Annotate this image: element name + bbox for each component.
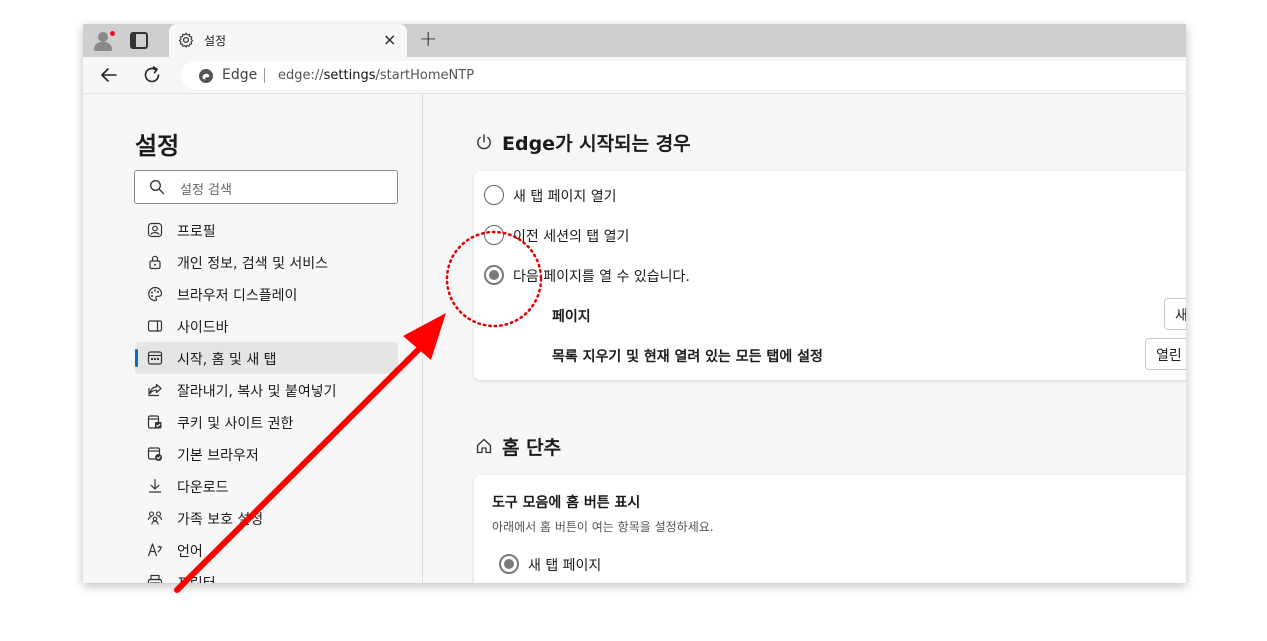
sidebar-item-label: 기본 브라우저 (177, 448, 259, 464)
url-scheme: edge:// (278, 68, 324, 83)
notification-dot (109, 30, 116, 37)
sidebar-item-downloads[interactable]: 다운로드 (135, 470, 398, 502)
tab-strip: 설정 × + (83, 24, 1186, 57)
lock-icon (149, 255, 161, 270)
sidebar-item-profile[interactable]: 프로필 (135, 214, 398, 246)
home-section-title: 홈 단추 (502, 437, 562, 459)
download-icon (148, 478, 162, 493)
new-tab-button[interactable]: + (419, 27, 437, 52)
sidebar-item-label: 쿠키 및 사이트 권한 (177, 416, 294, 432)
home-option-newtab-radio[interactable] (499, 554, 519, 574)
cookie-icon (147, 415, 162, 429)
sidebar-item-printers[interactable]: 프린터 (135, 566, 398, 583)
back-arrow-icon[interactable] (97, 63, 121, 87)
avatar-body (94, 42, 112, 51)
avatar-head (98, 32, 108, 42)
sidebar-item-label: 브라우저 디스플레이 (177, 288, 298, 304)
address-bar-row: Edge edge://settings/startHomeNTP (83, 57, 1186, 94)
settings-content: 설정 설정 검색 프로필 개인 정보, 검색 및 서비스 브라우저 디스플레이 … (83, 94, 1186, 583)
sidebar-item-label: 다운로드 (177, 480, 229, 496)
settings-main-pane: Edge가 시작되는 경우 새 탭 페이지 열기 이전 세션의 탭 열기 다음 … (424, 94, 1186, 583)
sidebar-item-label: 개인 정보, 검색 및 서비스 (177, 256, 329, 272)
browser-window: 설정 × + Edge edge://settings/startHomeNTP… (83, 24, 1186, 583)
url-text: edge://settings/startHomeNTP (278, 68, 474, 83)
printer-icon (147, 574, 163, 583)
sidebar-item-sidebar[interactable]: 사이드바 (135, 310, 398, 342)
address-bar[interactable]: Edge edge://settings/startHomeNTP (181, 61, 1186, 90)
home-card: 도구 모음에 홈 버튼 표시 아래에서 홈 버튼이 여는 항목을 설정하세요. … (474, 475, 1186, 583)
gear-icon (178, 32, 194, 48)
tab-settings[interactable]: 설정 × (169, 24, 407, 57)
screenshot-stage: 설정 × + Edge edge://settings/startHomeNTP… (0, 0, 1267, 641)
startup-option-previous-session-radio[interactable] (484, 225, 504, 245)
pages-label: 페이지 (552, 309, 591, 325)
sidebar-item-family-safety[interactable]: 가족 보호 설정 (135, 502, 398, 534)
startup-option-label: 새 탭 페이지 열기 (513, 189, 617, 205)
search-icon (150, 180, 165, 195)
startup-option-newtab-radio[interactable] (484, 185, 504, 205)
start-home-icon (147, 351, 163, 365)
show-home-button-label: 도구 모음에 홈 버튼 표시 (492, 495, 641, 511)
sidebar-item-share-copy-paste[interactable]: 잘라내기, 복사 및 붙여넣기 (135, 374, 398, 406)
sidebar-item-appearance[interactable]: 브라우저 디스플레이 (135, 278, 398, 310)
show-home-button-description: 아래에서 홈 버튼이 여는 항목을 설정하세요. (492, 520, 714, 534)
settings-sidebar: 설정 설정 검색 프로필 개인 정보, 검색 및 서비스 브라우저 디스플레이 … (83, 94, 423, 583)
active-indicator (135, 349, 138, 367)
omnibox-edge-label: Edge (222, 67, 258, 83)
palette-icon (148, 286, 163, 302)
sidebar-item-default-browser[interactable]: 기본 브라우저 (135, 438, 398, 470)
refresh-icon[interactable] (140, 63, 164, 87)
settings-search-input[interactable]: 설정 검색 (134, 170, 398, 204)
share-icon (148, 383, 162, 397)
startup-option-specific-pages-radio[interactable] (484, 265, 504, 285)
sidebar-item-label: 가족 보호 설정 (177, 512, 264, 528)
sidebar-item-label: 잘라내기, 복사 및 붙여넣기 (177, 384, 337, 400)
home-option-label: 새 탭 페이지 (528, 558, 602, 574)
use-open-tabs-button[interactable]: 열린 (1145, 338, 1186, 370)
search-placeholder: 설정 검색 (180, 183, 232, 198)
sidebar-item-privacy[interactable]: 개인 정보, 검색 및 서비스 (135, 246, 398, 278)
sidebar-item-label: 언어 (177, 544, 203, 560)
sidebar-item-start-home-newtab[interactable]: 시작, 홈 및 새 탭 (135, 342, 398, 374)
power-icon (477, 134, 491, 150)
sidebar-item-cookies-permissions[interactable]: 쿠키 및 사이트 권한 (135, 406, 398, 438)
startup-card: 새 탭 페이지 열기 이전 세션의 탭 열기 다음 페이지를 열 수 있습니다.… (474, 171, 1186, 380)
family-icon (147, 511, 163, 525)
sidebar-icon (147, 320, 163, 332)
add-page-button[interactable]: 새 (1164, 298, 1186, 330)
omnibox-divider (264, 68, 265, 83)
clear-and-use-open-tabs-label: 목록 지우기 및 현재 열려 있는 모든 탭에 설정 (552, 349, 823, 365)
sidebar-item-label: 시작, 홈 및 새 탭 (177, 352, 277, 368)
tab-title: 설정 (204, 34, 227, 48)
sidebar-item-label: 프린터 (177, 573, 216, 583)
profile-avatar-button[interactable] (91, 28, 117, 54)
startup-option-label: 이전 세션의 탭 열기 (513, 229, 630, 245)
url-path: /startHomeNTP (375, 68, 475, 83)
sidebar-item-label: 프로필 (177, 224, 216, 240)
url-host: settings (323, 68, 376, 83)
sidebar-item-languages[interactable]: 언어 (135, 534, 398, 566)
tab-actions-icon[interactable] (130, 32, 148, 49)
language-icon (147, 543, 162, 557)
sidebar-title: 설정 (135, 132, 180, 160)
profile-icon (147, 222, 163, 238)
edge-logo-icon (199, 69, 213, 83)
sidebar-item-label: 사이드바 (177, 320, 229, 336)
close-tab-icon[interactable]: × (383, 30, 396, 49)
startup-option-label: 다음 페이지를 열 수 있습니다. (513, 269, 690, 285)
home-icon (476, 438, 492, 454)
default-browser-icon (147, 447, 162, 461)
startup-section-title: Edge가 시작되는 경우 (502, 133, 691, 155)
